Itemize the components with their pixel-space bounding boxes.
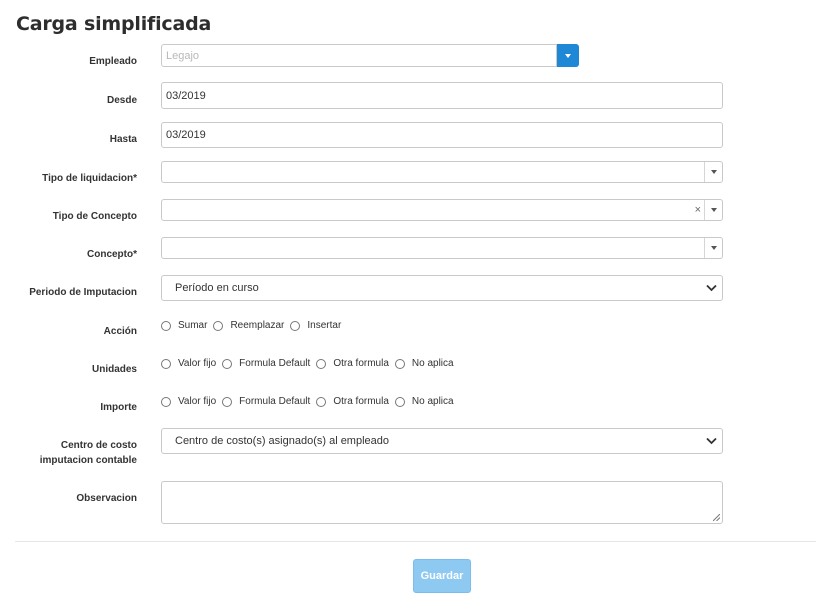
divider <box>15 541 816 542</box>
unidades-option-formula-default[interactable]: Formula Default <box>222 358 310 369</box>
tipo-liquidacion-arrow[interactable] <box>704 162 722 182</box>
save-button[interactable]: Guardar <box>413 559 471 593</box>
radio-label: Valor fijo <box>178 396 217 407</box>
importe-option-no-aplica[interactable]: No aplica <box>394 396 454 407</box>
empleado-label: Empleado <box>89 56 137 67</box>
hasta-input[interactable]: 03/2019 <box>161 122 723 148</box>
radio-icon[interactable] <box>316 396 327 407</box>
radio-icon[interactable] <box>316 358 327 369</box>
radio-label: Valor fijo <box>178 358 217 369</box>
periodo-select[interactable]: Período en curso <box>161 275 723 301</box>
accion-option-reemplazar[interactable]: Reemplazar <box>213 320 284 331</box>
tipo-concepto-select[interactable]: × <box>161 199 723 221</box>
hasta-value: 03/2019 <box>166 129 206 141</box>
importe-option-otra-formula[interactable]: Otra formula <box>316 396 389 407</box>
empleado-dropdown-button[interactable] <box>557 44 579 67</box>
empleado-input[interactable]: Legajo <box>161 44 557 67</box>
desde-input[interactable]: 03/2019 <box>161 82 723 109</box>
radio-icon[interactable] <box>161 396 171 407</box>
tipo-concepto-arrow[interactable] <box>704 200 722 220</box>
concepto-arrow[interactable] <box>704 238 722 258</box>
radio-label: No aplica <box>411 358 454 369</box>
radio-label: Insertar <box>307 320 342 331</box>
unidades-option-no-aplica[interactable]: No aplica <box>394 358 454 369</box>
radio-icon[interactable] <box>213 320 224 331</box>
importe-radio-group: Valor fijo Formula Default Otra formula … <box>161 396 460 407</box>
caret-down-icon <box>710 170 717 174</box>
tipo-concepto-label: Tipo de Concepto <box>52 211 137 222</box>
observacion-textarea[interactable] <box>161 481 723 524</box>
unidades-label: Unidades <box>91 364 137 375</box>
hasta-label: Hasta <box>109 134 137 145</box>
observacion-label: Observacion <box>76 493 137 504</box>
radio-icon[interactable] <box>222 358 233 369</box>
radio-icon[interactable] <box>394 396 405 407</box>
radio-label: No aplica <box>411 396 454 407</box>
radio-icon[interactable] <box>290 320 301 331</box>
unidades-radio-group: Valor fijo Formula Default Otra formula … <box>161 358 460 369</box>
unidades-option-otra-formula[interactable]: Otra formula <box>316 358 389 369</box>
radio-label: Otra formula <box>333 396 389 407</box>
caret-down-icon <box>565 53 571 58</box>
centro-costo-label-line2: imputacion contable <box>39 455 137 466</box>
empleado-placeholder: Legajo <box>166 49 200 62</box>
radio-icon[interactable] <box>394 358 405 369</box>
radio-label: Sumar <box>178 320 208 331</box>
accion-radio-group: Sumar Reemplazar Insertar <box>161 320 347 331</box>
centro-costo-select[interactable]: Centro de costo(s) asignado(s) al emplea… <box>161 428 723 454</box>
desde-value: 03/2019 <box>166 89 206 102</box>
importe-option-valor-fijo[interactable]: Valor fijo <box>161 396 216 407</box>
accion-option-insertar[interactable]: Insertar <box>290 320 341 331</box>
chevron-down-icon <box>706 284 717 292</box>
radio-label: Formula Default <box>239 396 311 407</box>
tipo-liquidacion-label: Tipo de liquidacion* <box>42 173 137 184</box>
centro-costo-value: Centro de costo(s) asignado(s) al emplea… <box>175 435 390 447</box>
concepto-label: Concepto* <box>87 249 137 260</box>
radio-icon[interactable] <box>161 320 171 331</box>
accion-option-sumar[interactable]: Sumar <box>161 320 207 331</box>
clear-icon[interactable]: × <box>695 204 701 216</box>
radio-label: Reemplazar <box>230 320 285 331</box>
centro-costo-label-line1: Centro de costo <box>60 440 137 451</box>
concepto-select[interactable] <box>161 237 723 259</box>
radio-label: Otra formula <box>333 358 389 369</box>
radio-label: Formula Default <box>239 358 311 369</box>
periodo-value: Período en curso <box>175 282 259 294</box>
accion-label: Acción <box>103 326 137 337</box>
caret-down-icon <box>710 208 717 212</box>
resize-handle-icon[interactable] <box>713 514 720 521</box>
unidades-option-valor-fijo[interactable]: Valor fijo <box>161 358 216 369</box>
periodo-label: Periodo de Imputacion <box>29 287 137 298</box>
importe-label: Importe <box>100 402 137 413</box>
importe-option-formula-default[interactable]: Formula Default <box>222 396 310 407</box>
desde-label: Desde <box>106 95 137 106</box>
radio-icon[interactable] <box>222 396 233 407</box>
chevron-down-icon <box>706 437 717 445</box>
page-title: Carga simplificada <box>16 13 212 35</box>
caret-down-icon <box>710 246 717 250</box>
tipo-liquidacion-select[interactable] <box>161 161 723 183</box>
centro-costo-label: Centro de costo imputacion contable <box>0 438 137 468</box>
radio-icon[interactable] <box>161 358 171 369</box>
